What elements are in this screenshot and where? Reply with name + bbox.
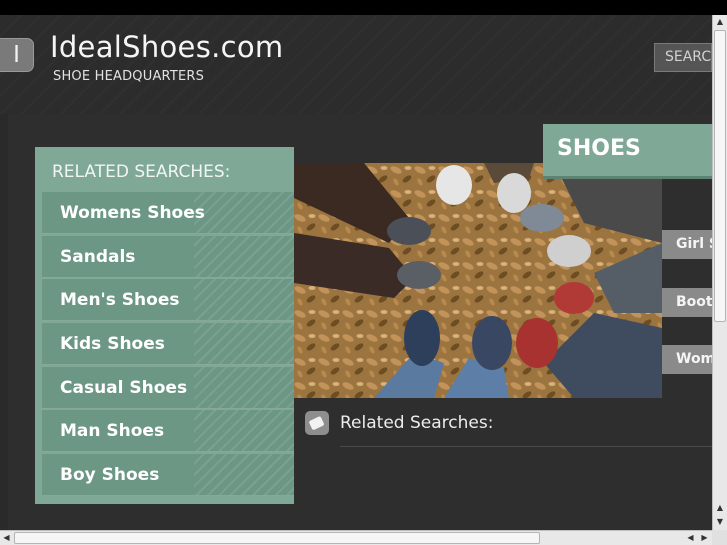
horizontal-scrollbar[interactable]: ◀ ◀ ▶ <box>0 530 712 545</box>
side-link-girl-shoes[interactable]: Girl Shoes <box>662 230 712 259</box>
scrollbar-corner <box>712 530 727 545</box>
related-search-item-mens-shoes[interactable]: Men's Shoes <box>42 279 294 322</box>
side-link-boots[interactable]: Boots <box>662 288 712 317</box>
related-searches-heading: RELATED SEARCHES: <box>52 162 231 182</box>
site-tagline: SHOE HEADQUARTERS <box>53 69 205 84</box>
vertical-scroll-thumb[interactable] <box>714 30 726 322</box>
scroll-right-arrow-icon[interactable]: ▶ <box>698 532 711 544</box>
tag-icon-glyph <box>309 416 324 430</box>
scroll-up-arrow-icon-lower[interactable]: ▲ <box>714 501 726 514</box>
related-search-item-casual-shoes[interactable]: Casual Shoes <box>42 366 294 409</box>
side-link-womens-shoes[interactable]: Womens Shoes <box>662 345 712 374</box>
site-title[interactable]: IdealShoes.com <box>50 30 283 64</box>
scroll-left-arrow-icon[interactable]: ◀ <box>0 532 13 544</box>
related-searches-title: Related Searches: <box>340 413 494 433</box>
hero-photo-feet-in-leaves <box>294 163 662 398</box>
vertical-scrollbar[interactable]: ▲ ▲ ▼ <box>712 15 727 530</box>
scroll-down-arrow-icon[interactable]: ▼ <box>714 515 726 528</box>
related-search-item-kids-shoes[interactable]: Kids Shoes <box>42 323 294 366</box>
related-search-item-sandals[interactable]: Sandals <box>42 235 294 278</box>
browser-top-bar <box>0 0 727 15</box>
scroll-up-arrow-icon[interactable]: ▲ <box>714 15 726 28</box>
logo-icon[interactable]: I <box>0 38 34 72</box>
section-divider <box>340 446 712 447</box>
related-search-item-man-shoes[interactable]: Man Shoes <box>42 410 294 453</box>
related-searches-box: RELATED SEARCHES: Womens Shoes Sandals M… <box>35 147 294 504</box>
related-searches-list: Womens Shoes Sandals Men's Shoes Kids Sh… <box>35 192 294 497</box>
horizontal-scroll-thumb[interactable] <box>14 532 540 544</box>
related-search-item-boy-shoes[interactable]: Boy Shoes <box>42 454 294 497</box>
scroll-left-arrow-icon-right[interactable]: ◀ <box>684 532 697 544</box>
hero-photo-image <box>294 163 662 398</box>
related-search-item-womens-shoes[interactable]: Womens Shoes <box>42 192 294 234</box>
category-tab-shoes[interactable]: SHOES <box>543 124 712 179</box>
search-button[interactable]: SEARCH <box>654 43 712 72</box>
tag-icon <box>305 411 329 435</box>
